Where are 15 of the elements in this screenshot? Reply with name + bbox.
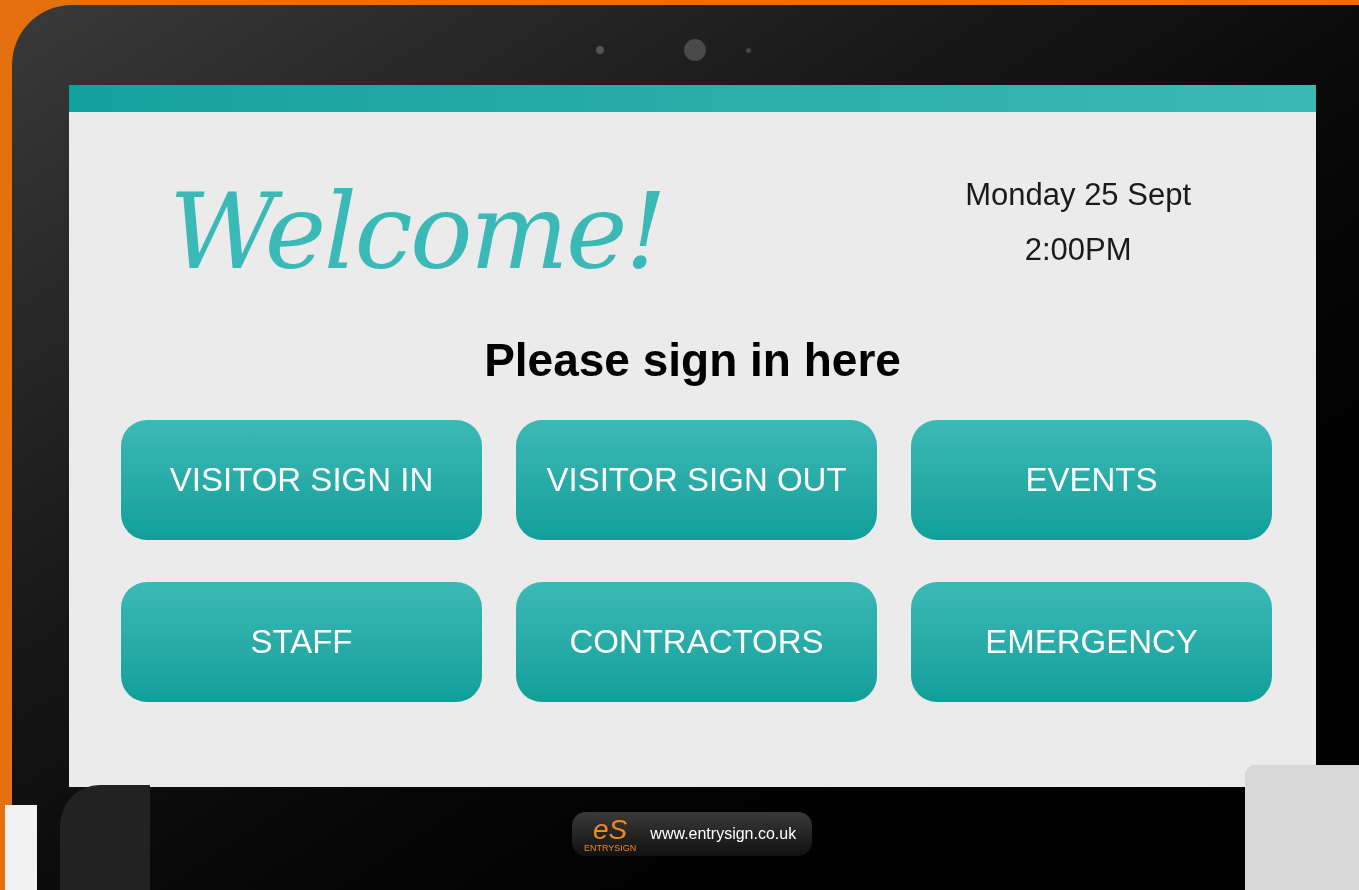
sensor-icon	[746, 47, 751, 53]
menu-button[interactable]: VISITOR SIGN OUT	[516, 420, 877, 540]
camera-icon	[684, 39, 706, 61]
menu-button[interactable]: VISITOR SIGN IN	[121, 420, 482, 540]
logo-text: eS	[593, 815, 628, 844]
logo-caption: ENTRYSIGN	[584, 843, 637, 853]
menu-button[interactable]: EVENTS	[911, 420, 1272, 540]
welcome-heading: Welcome!	[169, 170, 665, 295]
website-url: www.entrysign.co.uk	[650, 824, 797, 844]
menu-button[interactable]: CONTRACTORS	[516, 582, 877, 702]
sensor-icon	[596, 46, 604, 54]
time-text: 2:00PM	[1024, 230, 1132, 269]
menu-button[interactable]: STAFF	[121, 582, 482, 702]
date-text: Monday 25 Sept	[965, 176, 1191, 214]
menu-button[interactable]: EMERGENCY	[911, 582, 1272, 702]
